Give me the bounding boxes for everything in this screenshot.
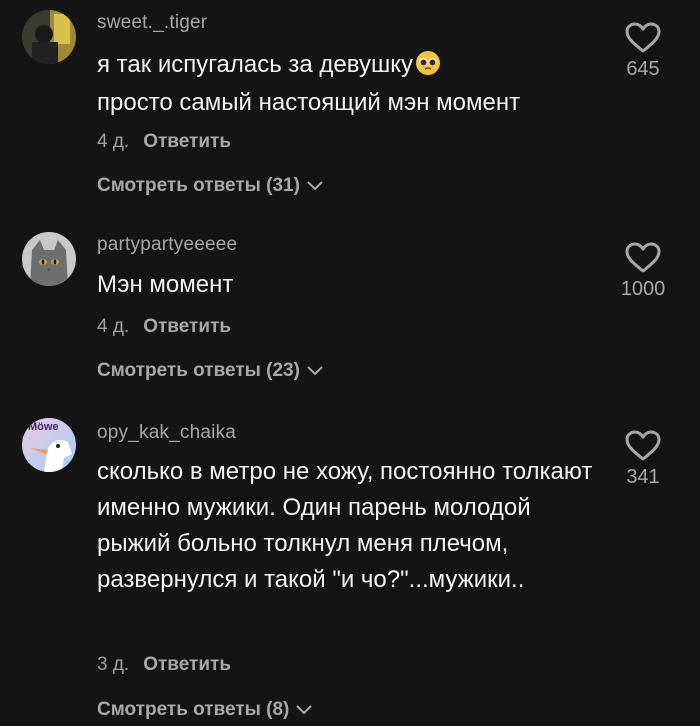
avatar-text: Möwe (28, 421, 59, 433)
like-button[interactable]: 645 (608, 22, 678, 81)
username[interactable]: opy_kak_chaika (97, 422, 236, 444)
like-button[interactable]: 1000 (608, 242, 678, 301)
comment-time: 4 д. (97, 316, 130, 337)
view-replies-button[interactable]: Смотреть ответы (31) (97, 175, 324, 197)
chevron-down-icon (307, 181, 323, 191)
view-replies-label: Смотреть ответы (31) (97, 175, 300, 196)
reply-button[interactable]: Ответить (143, 131, 231, 152)
comment-text: Мэн момент (97, 271, 234, 298)
view-replies-label: Смотреть ответы (8) (97, 699, 290, 720)
heart-outline-icon (625, 242, 661, 273)
comment-meta: 4 д. Ответить (97, 131, 231, 153)
comment-text-line: я так испугалась за девушку (97, 51, 414, 78)
chevron-down-icon (296, 705, 313, 715)
reply-button[interactable]: Ответить (143, 316, 231, 337)
comment-time: 4 д. (97, 131, 130, 152)
comment-meta: 4 д. Ответить (97, 316, 231, 338)
like-button[interactable]: 341 (608, 430, 678, 489)
view-replies-label: Смотреть ответы (23) (97, 360, 300, 381)
like-count: 645 (626, 58, 660, 80)
like-count: 341 (626, 466, 660, 488)
username[interactable]: sweet._.tiger (97, 12, 207, 34)
comment-time: 3 д. (97, 654, 130, 675)
avatar[interactable] (22, 10, 76, 64)
avatar[interactable]: Möwe (22, 418, 76, 472)
avatar[interactable] (22, 232, 76, 286)
chevron-down-icon (307, 366, 323, 376)
username[interactable]: partypartyeeeee (97, 234, 237, 256)
pleading-face-emoji (415, 50, 441, 86)
view-replies-button[interactable]: Смотреть ответы (8) (97, 699, 313, 721)
comment-text: сколько в метро не хожу, постоянно толка… (97, 458, 593, 593)
heart-outline-icon (625, 22, 661, 53)
view-replies-button[interactable]: Смотреть ответы (23) (97, 360, 324, 382)
like-count: 1000 (620, 278, 666, 300)
reply-button[interactable]: Ответить (143, 654, 231, 675)
comment-meta: 3 д. Ответить (97, 654, 231, 676)
comment-text: я так испугалась за девушку просто самый… (97, 48, 607, 120)
heart-outline-icon (625, 430, 661, 461)
comment-text-line: просто самый настоящий мэн момент (97, 89, 521, 116)
